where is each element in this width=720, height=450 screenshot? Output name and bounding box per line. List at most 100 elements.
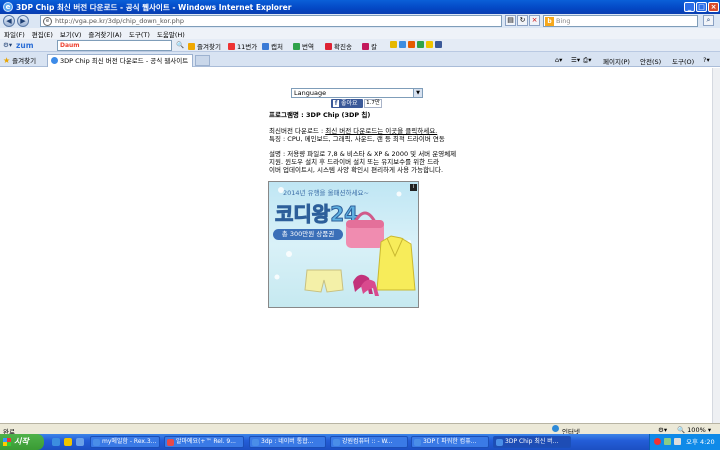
language-select[interactable]: Language ▼ [291, 88, 423, 98]
daum-logo: Daum [60, 42, 80, 49]
heart-icon [362, 42, 369, 50]
taskbar-item-3dpchip[interactable]: 3DP Chip 최신 버... [493, 436, 571, 448]
facebook-icon: f [333, 100, 339, 107]
zum-logo[interactable]: zum [16, 41, 34, 50]
toolbar-search-input[interactable]: Daum [57, 40, 172, 51]
windows-flag-icon [3, 438, 11, 446]
tray-network-icon[interactable] [664, 438, 671, 445]
features-text: 특징 : CPU, 메인보드, 그래픽, 사운드, 랜 등 최적 드라이버 연동 [269, 135, 445, 143]
taskbar-item-gangwon[interactable]: 강원컴퓨터 :: - W... [330, 436, 408, 448]
description-line-3: 이버 업데이트시, 시스템 사양 확인시 편리하게 사용 가능합니다. [269, 166, 444, 174]
quicklaunch-desktop-icon[interactable] [76, 438, 84, 446]
toolbar-knife[interactable]: 칼 [362, 41, 377, 51]
maximize-button[interactable]: □ [696, 2, 707, 12]
menu-file[interactable]: 파일(F) [4, 29, 25, 39]
menu-edit[interactable]: 편집(E) [32, 29, 53, 39]
confirm-icon [325, 42, 332, 50]
toolbar-favorites[interactable]: 즐겨찾기 [188, 41, 221, 51]
toolbar-extra-icons[interactable] [390, 41, 444, 48]
favorites-star-icon: ★ [3, 55, 11, 65]
folder-icon [426, 41, 433, 48]
11st-icon [228, 42, 235, 50]
toolbar-search-icon[interactable]: 🔍 [176, 41, 184, 49]
search-placeholder: Bing [556, 17, 571, 25]
coat-icon [376, 235, 416, 291]
minimize-button[interactable]: _ [684, 2, 695, 12]
quicklaunch-ie-icon[interactable] [52, 438, 60, 446]
rss-icon [408, 41, 415, 48]
banner-ad[interactable]: i 2014년 유행을 올패션하세요~ 코디왕24 총 300만원 상품권 [268, 181, 419, 308]
menu-favorites[interactable]: 즐겨찾기(A) [88, 29, 121, 39]
addon-toolbar: ⚙▾ zum Daum 🔍 즐겨찾기 11번가 캡처 번역 확진송 칼 [0, 39, 720, 52]
protected-mode-icon[interactable]: ⚙▾ [658, 426, 667, 434]
translate-icon [293, 42, 300, 50]
toolbar-confirm[interactable]: 확진송 [325, 41, 352, 51]
home-icon[interactable]: ⌂▾ [555, 56, 562, 64]
zoom-control[interactable]: 🔍 100% ▾ [677, 426, 711, 434]
menu-view[interactable]: 보기(V) [60, 29, 81, 39]
app-icon [167, 439, 174, 446]
language-select-value: Language [294, 89, 327, 97]
quicklaunch-folder-icon[interactable] [64, 438, 72, 446]
tab-active[interactable]: 3DP Chip 최신 버전 다운로드 - 공식 웹사이트 [47, 54, 193, 67]
favorites-label: 즐겨찾기 [12, 57, 37, 65]
facebook-like-button[interactable]: f 좋아요 [331, 99, 363, 108]
title-bar: e 3DP Chip 최신 버전 다운로드 - 공식 웹사이트 - Window… [0, 0, 720, 14]
safety-menu[interactable]: 안전(S) [640, 56, 661, 66]
help-icon[interactable]: ?▾ [703, 56, 710, 64]
description-line-1: 설명 : 저용량 파일로 7,8 & 비스타 & XP & 2000 및 서버 … [269, 150, 457, 158]
like-count: 1.7만 [364, 99, 382, 108]
taskbar-item-3dp[interactable]: 3DP [ 파워한 컴퓨... [411, 436, 489, 448]
start-label: 시작 [14, 437, 29, 446]
tab-title: 3DP Chip 최신 버전 다운로드 - 공식 웹사이트 [60, 57, 189, 65]
favorites-button[interactable]: ★ 즐겨찾기 [3, 55, 37, 66]
window-title: 3DP Chip 최신 버전 다운로드 - 공식 웹사이트 - Windows … [16, 2, 292, 12]
print-icon[interactable]: ⎙▾ [583, 56, 591, 65]
back-icon[interactable]: ◀ [3, 15, 15, 27]
address-row: ◀ ▶ e http://vga.pe.kr/3dp/chip_down_kor… [0, 14, 720, 28]
toolbar-11st[interactable]: 11번가 [228, 41, 257, 51]
taskbar-item-naver[interactable]: 3dp : 네이버 통합... [249, 436, 326, 448]
taskbar-item-mail[interactable]: my메일함 - Rex.3... [90, 436, 160, 448]
refresh-icon[interactable]: ↻ [517, 15, 528, 26]
taskbar-item-almae[interactable]: 알마에요(+™ Rel. 9... [164, 436, 244, 448]
toolbar-settings-icon[interactable]: ⚙▾ [3, 41, 12, 49]
latest-download-row: 최신버전 다운로드 : 최신 버전 다운로드는 이곳을 클릭하세요. [269, 127, 437, 135]
address-bar[interactable]: e http://vga.pe.kr/3dp/chip_down_kor.php [40, 15, 502, 27]
description-line-2: 지원. 윈도우 설치 후 드라이버 설치 또는 유지보수를 위한 드라 [269, 158, 440, 166]
tray-volume-icon[interactable] [674, 438, 681, 445]
tools-menu[interactable]: 도구(O) [672, 56, 694, 66]
menu-bar: 파일(F) 편집(E) 보기(V) 즐겨찾기(A) 도구(T) 도움말(H) [0, 28, 720, 39]
chevron-down-icon: ▼ [413, 89, 422, 97]
feeds-icon[interactable]: ☰▾ [571, 56, 580, 64]
page-menu[interactable]: 페이지(P) [603, 56, 630, 66]
new-tab-button[interactable] [195, 55, 210, 66]
zoom-level: 100% [687, 426, 706, 434]
heels-icon [353, 274, 379, 296]
search-box[interactable]: b Bing [543, 15, 698, 27]
ie-icon [414, 439, 421, 446]
stop-icon[interactable]: × [529, 15, 540, 26]
compat-icon[interactable]: ▤ [505, 15, 516, 26]
address-url: http://vga.pe.kr/3dp/chip_down_kor.php [55, 17, 185, 25]
tray-antivirus-icon[interactable] [654, 438, 661, 445]
ie-icon [93, 439, 100, 446]
page-icon: e [43, 17, 52, 26]
toolbar-capture[interactable]: 캡처 [262, 41, 283, 51]
banner-illustration [274, 187, 416, 296]
globe-icon [552, 425, 559, 432]
forward-icon[interactable]: ▶ [17, 15, 29, 27]
latest-download-link[interactable]: 최신 버전 다운로드는 이곳을 클릭하세요. [325, 127, 437, 135]
toolbar-translate[interactable]: 번역 [293, 41, 314, 51]
shield-icon [417, 41, 424, 48]
start-button[interactable]: 시작 [0, 434, 44, 450]
vertical-scrollbar[interactable] [712, 68, 720, 423]
menu-help[interactable]: 도움말(H) [157, 29, 185, 39]
menu-tools[interactable]: 도구(T) [129, 29, 150, 39]
capture-icon [262, 42, 269, 50]
status-bar: 완료 인터넷 ⚙▾ 🔍 100% ▾ [0, 423, 720, 436]
search-icon[interactable]: ⌕ [703, 15, 714, 26]
close-button[interactable]: × [708, 2, 719, 12]
mail-icon [399, 41, 406, 48]
shorts-icon [304, 269, 344, 293]
